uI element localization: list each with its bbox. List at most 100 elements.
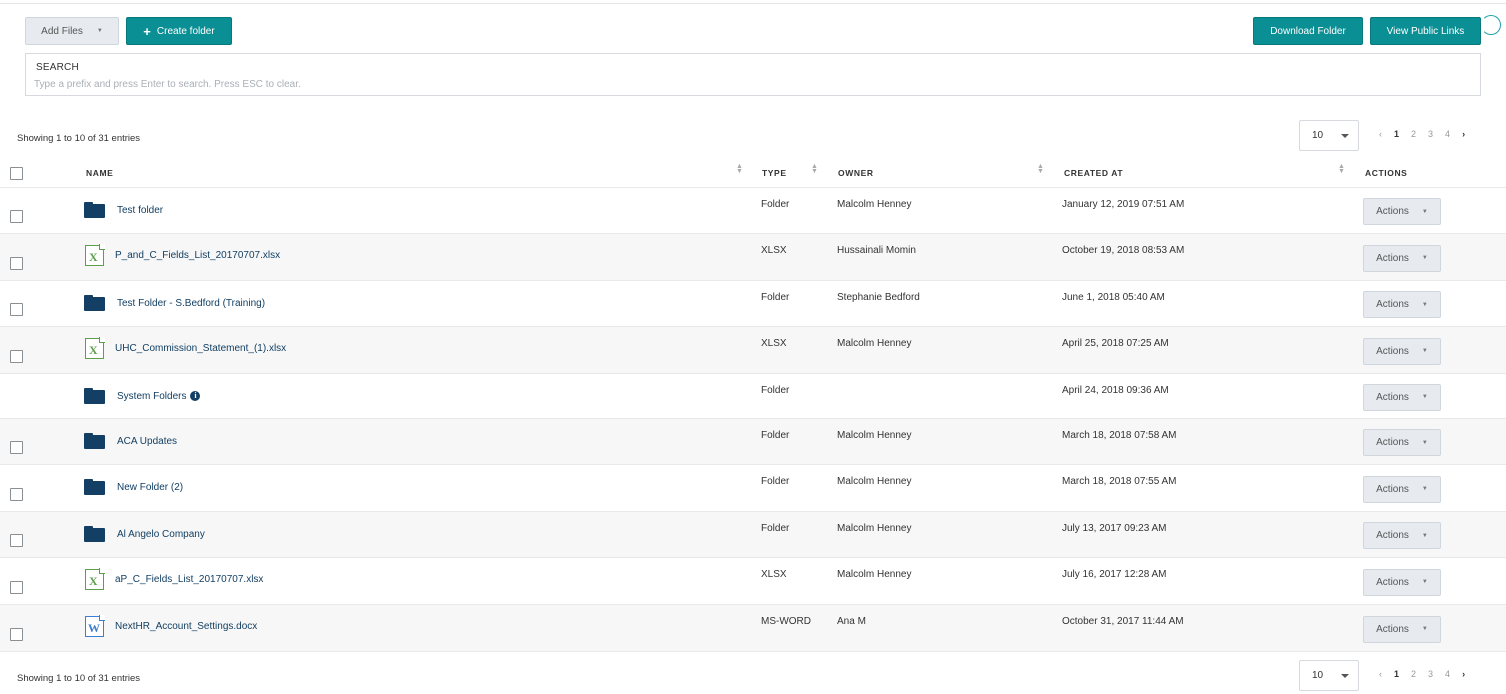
prev-page-button[interactable]: ‹ [1379, 669, 1382, 679]
actions-label: Actions [1376, 391, 1409, 403]
page-button[interactable]: 3 [1428, 669, 1433, 679]
chevron-down-icon: ▼ [1421, 486, 1428, 492]
pagination-bottom: ‹ 1 2 3 4 › [1379, 667, 1465, 681]
chevron-down-icon: ▼ [1421, 394, 1428, 400]
item-name-link[interactable]: System Folders [117, 391, 186, 402]
download-folder-button[interactable]: Download Folder [1253, 17, 1363, 45]
row-checkbox[interactable] [10, 534, 23, 547]
item-name-link[interactable]: P_and_C_Fields_List_20170707.xlsx [115, 250, 280, 261]
owner-cell: Malcolm Henney [837, 338, 912, 349]
item-name-link[interactable]: UHC_Commission_Statement_(1).xlsx [115, 343, 286, 354]
name-cell: X UHC_Commission_Statement_(1).xlsx [84, 336, 286, 359]
table-header: NAME ▲ ▼ TYPE ▲ ▼ OWNER ▲ ▼ CREATED AT ▲ ▼ A… [0, 157, 1506, 188]
created-at-cell: April 24, 2018 09:36 AM [1062, 385, 1169, 396]
type-cell: XLSX [761, 338, 787, 349]
item-name-link[interactable]: aP_C_Fields_List_20170707.xlsx [115, 574, 263, 585]
select-all-checkbox[interactable] [10, 167, 23, 180]
name-cell: W NextHR_Account_Settings.docx [84, 614, 257, 637]
prev-page-button[interactable]: ‹ [1379, 129, 1382, 139]
row-actions-button[interactable]: Actions ▼ [1363, 337, 1441, 365]
row-actions-button[interactable]: Actions ▼ [1363, 568, 1441, 596]
row-actions-button[interactable]: Actions ▼ [1363, 198, 1441, 225]
page-button[interactable]: 2 [1411, 129, 1416, 139]
chevron-down-icon: ▼ [96, 28, 103, 34]
row-checkbox[interactable] [10, 487, 23, 501]
page-button[interactable]: 1 [1394, 129, 1399, 139]
actions-label: Actions [1376, 252, 1409, 264]
download-folder-label: Download Folder [1270, 25, 1346, 37]
row-actions-button[interactable]: Actions ▼ [1363, 383, 1441, 411]
owner-cell: Malcolm Henney [837, 430, 912, 441]
excel-file-icon: X [85, 243, 105, 266]
next-page-button[interactable]: › [1462, 129, 1465, 139]
item-name-link[interactable]: NextHR_Account_Settings.docx [115, 621, 257, 632]
table-row: Test folder Folder Malcolm Henney January 1… [0, 188, 1506, 234]
entries-info-top: Showing 1 to 10 of 31 entries [17, 133, 141, 144]
created-at-cell: March 18, 2018 07:58 AM [1062, 430, 1177, 441]
page-size-value: 10 [1312, 130, 1324, 141]
view-public-links-label: View Public Links [1386, 25, 1465, 37]
name-cell: ACA Updates [84, 430, 177, 452]
row-checkbox[interactable] [10, 580, 23, 594]
row-checkbox[interactable] [10, 441, 23, 454]
page-button[interactable]: 3 [1428, 129, 1433, 139]
sort-icon[interactable]: ▲ ▼ [736, 163, 743, 175]
row-checkbox[interactable] [10, 256, 23, 270]
actions-label: Actions [1376, 299, 1409, 310]
sort-icon[interactable]: ▲ ▼ [1338, 163, 1345, 175]
item-name-link[interactable]: Al Angelo Company [117, 529, 205, 540]
item-name-link[interactable]: Test folder [117, 205, 163, 216]
type-cell: XLSX [761, 245, 787, 256]
page-button[interactable]: 4 [1445, 669, 1450, 679]
page-button[interactable]: 1 [1394, 669, 1399, 679]
page-button[interactable]: 2 [1411, 669, 1416, 679]
folder-icon [84, 479, 105, 495]
item-name-link[interactable]: New Folder (2) [117, 482, 183, 493]
name-cell: XaP_C_Fields_List_20170707.xlsx [84, 567, 263, 590]
page-size-select-top[interactable]: 10 [1299, 120, 1359, 151]
page-size-select-bottom[interactable]: 10 [1299, 660, 1359, 691]
item-name-link[interactable]: Test Folder - S.Bedford (Training) [117, 298, 265, 309]
created-at-cell: July 16, 2017 12:28 AM [1062, 569, 1167, 580]
search-input[interactable] [34, 77, 1454, 91]
row-checkbox[interactable] [10, 303, 23, 316]
create-folder-button[interactable]: + Create folder [126, 17, 232, 45]
row-actions-button[interactable]: Actions ▼ [1363, 291, 1441, 318]
sort-icon[interactable]: ▲ ▼ [811, 163, 818, 175]
folder-icon [84, 388, 105, 404]
column-header-created-at[interactable]: CREATED AT [1064, 168, 1123, 178]
type-cell: Folder [761, 476, 790, 487]
page-button[interactable]: 4 [1445, 129, 1450, 139]
add-files-button[interactable]: Add Files ▼ [25, 17, 119, 45]
column-header-owner[interactable]: OWNER [838, 168, 874, 178]
table-row: Test Folder - S.Bedford (Training) Folder… [0, 281, 1506, 327]
folder-icon [84, 295, 105, 311]
created-at-cell: October 19, 2018 08:53 AM [1062, 245, 1185, 256]
row-actions-button[interactable]: Actions ▼ [1363, 522, 1441, 549]
type-cell: XLSX [761, 569, 787, 580]
row-actions-button[interactable]: Actions ▼ [1363, 475, 1441, 503]
row-actions-button[interactable]: Actions ▼ [1363, 429, 1441, 456]
item-name-link[interactable]: ACA Updates [117, 436, 177, 447]
search-label: SEARCH [36, 62, 79, 73]
column-header-type[interactable]: TYPE [762, 168, 787, 178]
name-cell: System Folders i [84, 385, 201, 407]
info-icon[interactable]: i [190, 391, 201, 401]
created-at-cell: April 25, 2018 07:25 AM [1062, 338, 1169, 349]
type-cell: Folder [761, 199, 790, 210]
created-at-cell: July 13, 2017 09:23 AM [1062, 523, 1167, 534]
row-checkbox[interactable] [10, 349, 23, 363]
word-file-icon: W [85, 614, 105, 637]
row-checkbox[interactable] [10, 627, 23, 641]
sort-icon[interactable]: ▲ ▼ [1037, 163, 1044, 175]
row-actions-button[interactable]: Actions ▼ [1363, 244, 1441, 272]
view-public-links-button[interactable]: View Public Links [1370, 17, 1481, 45]
add-files-label: Add Files [41, 25, 83, 37]
next-page-button[interactable]: › [1462, 669, 1465, 679]
column-header-name[interactable]: NAME [86, 168, 113, 178]
row-checkbox[interactable] [10, 210, 23, 223]
chevron-down-icon: ▼ [1421, 439, 1428, 446]
row-actions-button[interactable]: Actions ▼ [1363, 615, 1441, 643]
created-at-cell: October 31, 2017 11:44 AM [1062, 616, 1184, 627]
actions-label: Actions [1376, 345, 1409, 357]
